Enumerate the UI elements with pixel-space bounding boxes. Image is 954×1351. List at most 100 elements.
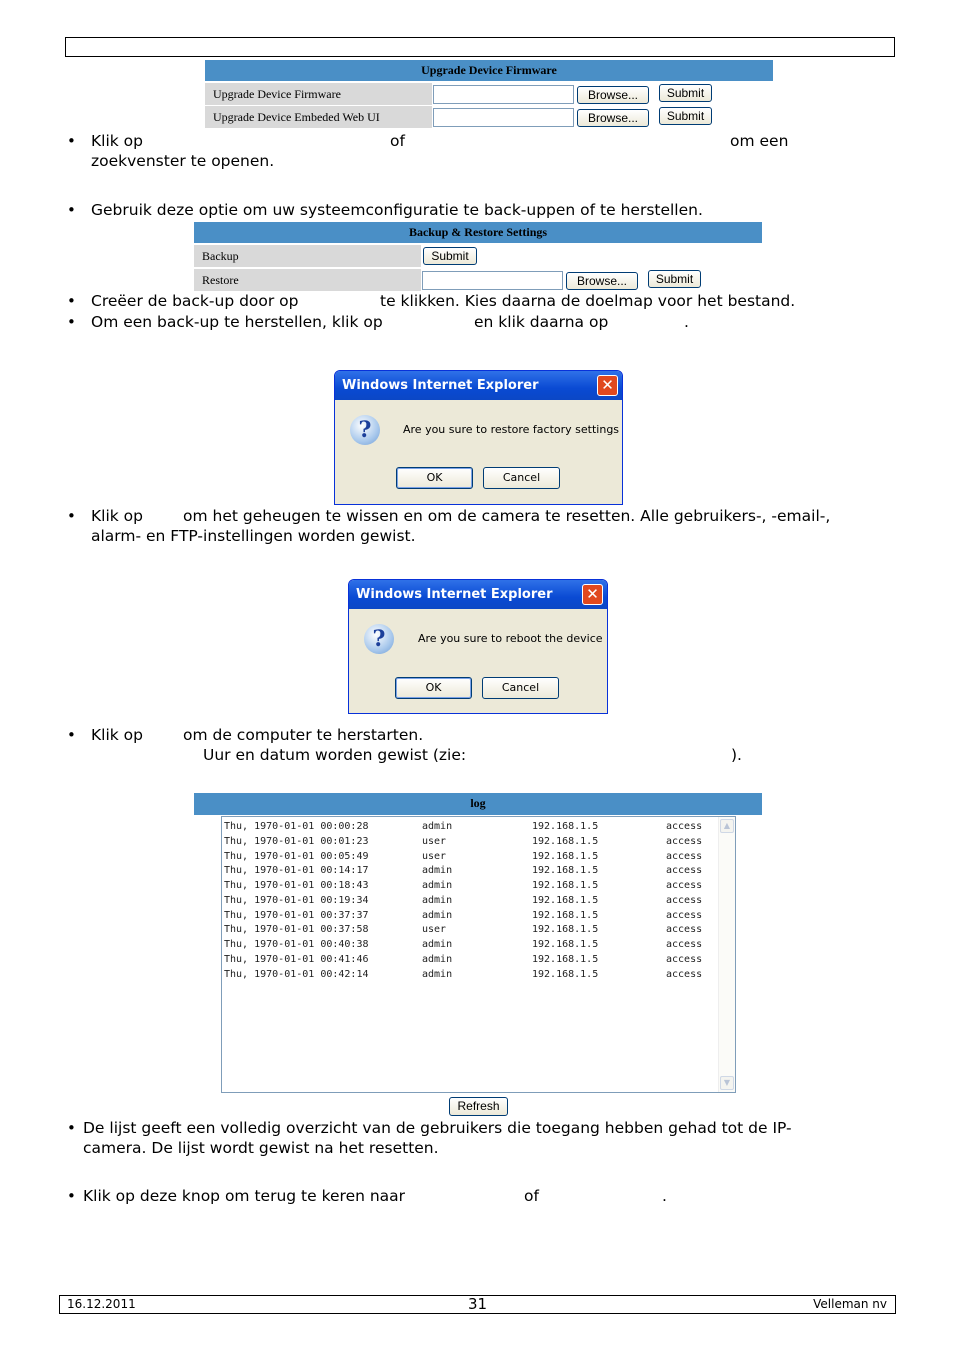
ok-button[interactable]: OK — [396, 467, 473, 489]
restore-browse-button[interactable]: Browse... — [566, 272, 638, 290]
log-ip: 192.168.1.5 — [532, 924, 599, 936]
instruction-text: en klik daarna op — [474, 313, 609, 331]
log-ip: 192.168.1.5 — [532, 880, 599, 891]
page-header-box — [65, 37, 895, 57]
log-textarea[interactable]: Thu, 1970-01-01 00:00:28 admin 192.168.1.5… — [221, 816, 736, 1093]
bullet-icon: • — [67, 726, 76, 744]
log-ip: 192.168.1.5 — [532, 835, 599, 847]
instruction-text: om een — [730, 132, 789, 150]
log-panel-title: log — [194, 793, 762, 815]
instruction-text: Gebruik deze optie om uw systeemconfigur… — [91, 201, 703, 219]
bullet-icon: • — [67, 1187, 76, 1205]
instruction-text: De lijst geeft een volledig overzicht va… — [83, 1119, 792, 1137]
instruction-text: Klik op deze knop om terug te keren naar — [83, 1187, 406, 1205]
instruction-text: te klikken. Kies daarna de doelmap voor … — [380, 292, 796, 310]
backup-panel-title: Backup & Restore Settings — [194, 222, 762, 243]
restore-submit-button[interactable]: Submit — [648, 270, 701, 288]
webui-submit-button[interactable]: Submit — [659, 107, 712, 125]
instruction-text: alarm- en FTP-instellingen worden gewist… — [91, 527, 416, 545]
dialog-title: Windows Internet Explorer — [335, 371, 622, 400]
instruction-text: om de computer te herstarten. — [183, 726, 424, 744]
instruction-text: Om een back-up te herstellen, klik op — [91, 313, 383, 331]
question-icon: ? — [364, 624, 394, 654]
instruction-text: Klik op — [91, 132, 144, 150]
backup-submit-button[interactable]: Submit — [423, 247, 477, 265]
log-action: access — [666, 909, 703, 921]
log-ip: 192.168.1.5 — [532, 894, 599, 906]
log-user: admin — [422, 821, 453, 832]
dialog-title: Windows Internet Explorer — [349, 580, 607, 609]
page-footer: 16.12.2011 31 Velleman nv — [59, 1295, 896, 1314]
instruction-text: Klik op — [91, 507, 144, 525]
webui-browse-button[interactable]: Browse... — [577, 109, 649, 127]
log-action: access — [666, 880, 703, 891]
firmware-row-label: Upgrade Device Firmware — [205, 83, 432, 105]
log-time: Thu, 1970-01-01 00:19:34 — [224, 894, 369, 906]
instruction-text: zoekvenster te openen. — [91, 152, 275, 170]
bullet-icon: • — [67, 1119, 76, 1137]
footer-company: Velleman nv — [813, 1297, 887, 1311]
log-time: Thu, 1970-01-01 00:37:58 — [224, 924, 369, 936]
log-user: admin — [422, 894, 453, 906]
log-user: user — [422, 835, 447, 847]
bullet-icon: • — [67, 313, 76, 331]
restore-row-label: Restore — [194, 269, 421, 291]
log-action: access — [666, 924, 703, 936]
bullet-icon: • — [67, 292, 76, 310]
instruction-text: ). — [731, 746, 742, 764]
log-action: access — [666, 894, 703, 906]
instruction-text: . — [684, 313, 689, 331]
instruction-text: Uur en datum worden gewist (zie: — [203, 746, 467, 764]
ok-button[interactable]: OK — [395, 677, 472, 699]
log-time: Thu, 1970-01-01 00:14:17 — [224, 865, 369, 877]
instruction-text: Creëer de back-up door op — [91, 292, 299, 310]
cancel-button[interactable]: Cancel — [482, 677, 559, 699]
firmware-browse-button[interactable]: Browse... — [577, 86, 649, 104]
dialog-message: Are you sure to reboot the device — [418, 632, 603, 645]
firmware-file-input[interactable] — [433, 85, 574, 104]
instruction-text: of — [390, 132, 405, 150]
log-time: Thu, 1970-01-01 00:37:37 — [224, 909, 369, 921]
bullet-icon: • — [67, 201, 76, 219]
cancel-button[interactable]: Cancel — [483, 467, 560, 489]
log-time: Thu, 1970-01-01 00:40:38 — [224, 939, 369, 950]
firmware-panel-title: Upgrade Device Firmware — [205, 60, 773, 81]
scrollbar[interactable]: ▲ ▼ — [718, 817, 735, 1092]
question-icon: ? — [350, 415, 380, 445]
log-user: admin — [422, 968, 453, 980]
log-action: access — [666, 939, 703, 950]
firmware-submit-button[interactable]: Submit — [659, 84, 712, 102]
backup-row-label: Backup — [194, 245, 421, 267]
scroll-down-icon[interactable]: ▼ — [720, 1076, 734, 1090]
webui-file-input[interactable] — [433, 108, 574, 127]
log-user: user — [422, 850, 447, 862]
bullet-icon: • — [67, 507, 76, 525]
dialog-message: Are you sure to restore factory settings — [403, 423, 620, 436]
factory-reset-dialog: Windows Internet Explorer ✕ ? Are you su… — [334, 370, 623, 505]
log-time: Thu, 1970-01-01 00:01:23 — [224, 835, 369, 847]
log-ip: 192.168.1.5 — [532, 850, 599, 862]
log-time: Thu, 1970-01-01 00:42:14 — [224, 968, 369, 980]
restore-file-input[interactable] — [422, 271, 563, 290]
scroll-up-icon[interactable]: ▲ — [720, 819, 734, 833]
log-time: Thu, 1970-01-01 00:41:46 — [224, 953, 369, 965]
log-user: admin — [422, 909, 453, 921]
log-user: admin — [422, 880, 453, 891]
webui-row-label: Upgrade Device Embeded Web UI — [205, 106, 432, 128]
log-time: Thu, 1970-01-01 00:18:43 — [224, 880, 369, 891]
footer-date: 16.12.2011 — [67, 1297, 136, 1311]
log-action: access — [666, 953, 703, 965]
close-icon[interactable]: ✕ — [582, 584, 603, 605]
page-number: 31 — [468, 1295, 488, 1313]
log-ip: 192.168.1.5 — [532, 865, 599, 877]
instruction-text: camera. De lijst wordt gewist na het res… — [83, 1139, 439, 1157]
log-ip: 192.168.1.5 — [532, 953, 599, 965]
log-user: admin — [422, 953, 453, 965]
instruction-text: . — [662, 1187, 667, 1205]
log-action: access — [666, 821, 703, 832]
close-icon[interactable]: ✕ — [597, 375, 618, 396]
log-user: user — [422, 924, 447, 936]
refresh-button[interactable]: Refresh — [449, 1097, 508, 1116]
log-user: admin — [422, 939, 453, 950]
log-ip: 192.168.1.5 — [532, 909, 599, 921]
